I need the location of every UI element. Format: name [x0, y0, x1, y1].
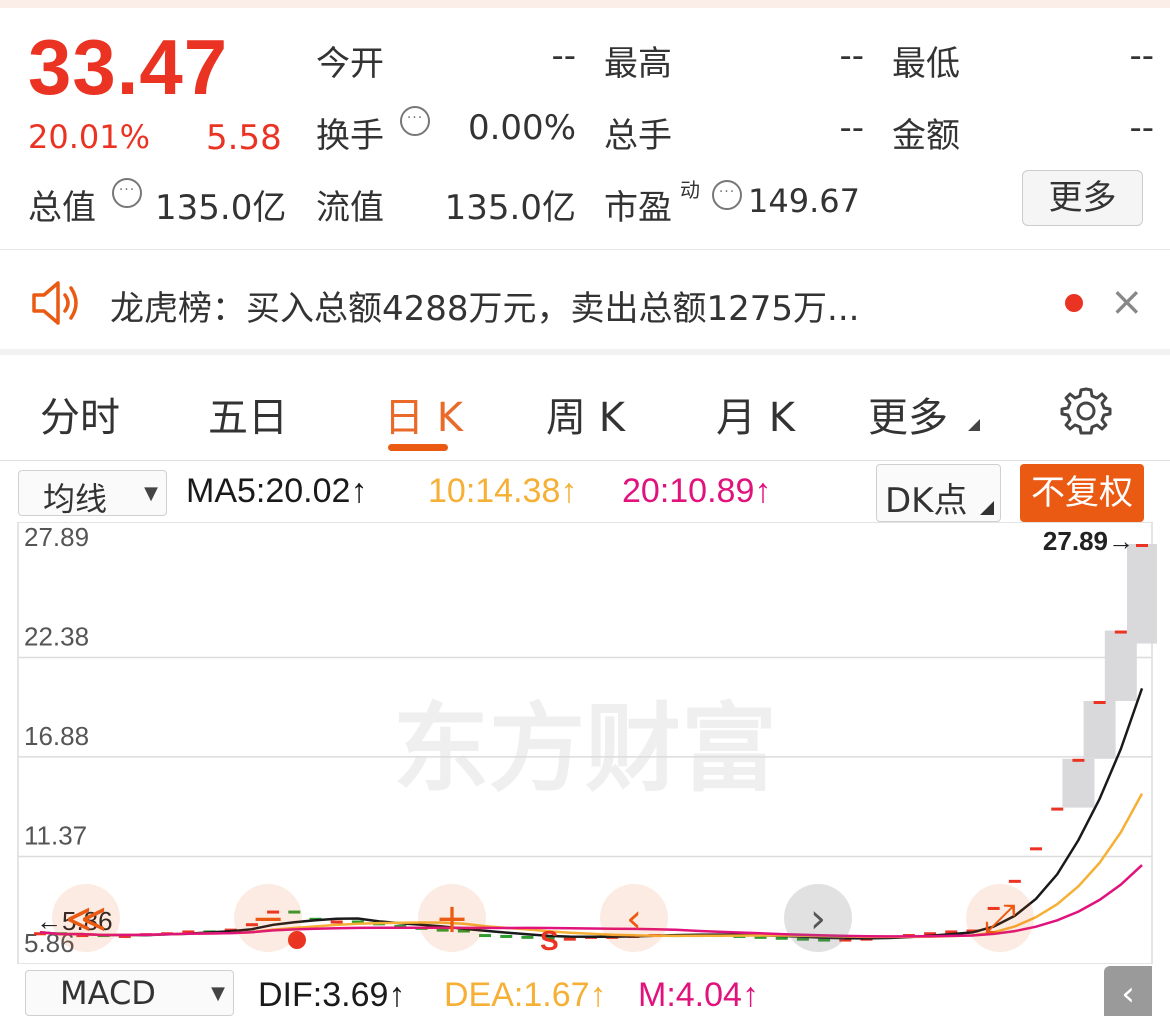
- macd-select[interactable]: MACD ▼: [25, 970, 234, 1016]
- candle-body: [1062, 758, 1095, 808]
- candle: [1072, 758, 1085, 762]
- low-value: --: [1129, 36, 1154, 76]
- float-cap-value: 135.0亿: [444, 188, 576, 228]
- top-strip: [0, 0, 1170, 8]
- tab-daily-k[interactable]: 日 K: [384, 385, 463, 443]
- dea-readout: DEA:1.67↑: [444, 976, 607, 1014]
- tab-five-day[interactable]: 五日: [208, 385, 288, 443]
- amount-value: --: [1129, 108, 1154, 148]
- y-tick-label: 11.37: [24, 820, 87, 850]
- dif-readout: DIF:3.69↑: [258, 976, 406, 1014]
- dk-caret-icon: [980, 501, 994, 515]
- candle: [1136, 544, 1148, 547]
- macd-select-label: MACD: [60, 974, 156, 1012]
- candle: [521, 935, 534, 939]
- candle: [1114, 630, 1127, 634]
- kline-chart[interactable]: 东方财富 27.8922.3816.8811.375.86 27.89→←5.8…: [0, 522, 1170, 964]
- max-price-label: 27.89→: [1043, 526, 1134, 556]
- market-cap-label: 总值: [28, 188, 96, 228]
- open-value: --: [551, 36, 576, 76]
- high-label: 最高: [604, 44, 672, 84]
- candle: [500, 934, 513, 938]
- macd-bar: MACD ▼ DIF:3.69↑ DEA:1.67↑ M:4.04↑: [0, 964, 1170, 1016]
- minus-circle-icon: −: [251, 896, 285, 942]
- adjust-button[interactable]: 不复权: [1020, 464, 1144, 522]
- period-tabs: 分时 五日 日 K 周 K 月 K 更多: [0, 361, 1170, 461]
- next-circle-icon: ›: [810, 896, 826, 942]
- quote-header: 33.47 20.01% 5.58 今开 -- 最高 -- 最低 -- 换手 ·…: [0, 8, 1170, 250]
- speaker-icon: [32, 281, 78, 325]
- candle-body: [1127, 544, 1157, 644]
- indicator-select-label: 均线: [43, 480, 108, 518]
- candle: [1008, 879, 1021, 883]
- macd-dropdown-icon: ▼: [211, 983, 225, 1004]
- turnover-label: 换手: [316, 116, 384, 156]
- turnover-value: 0.00%: [467, 108, 576, 148]
- candle: [1051, 807, 1064, 811]
- candle: [330, 920, 343, 924]
- tab-intraday[interactable]: 分时: [40, 385, 120, 443]
- change-percent: 20.01%: [28, 118, 151, 156]
- watermark: 东方财富: [393, 692, 777, 805]
- tab-more[interactable]: 更多: [868, 385, 948, 443]
- volume-value: --: [839, 108, 864, 148]
- prev-circle-icon: ‹: [626, 896, 642, 942]
- collapse-back-icon[interactable]: ‹: [1104, 966, 1152, 1016]
- tab-weekly-k[interactable]: 周 K: [546, 385, 625, 443]
- sell-signal-label: S: [540, 925, 559, 956]
- tab-more-caret-icon: [968, 419, 980, 431]
- candle-body: [1083, 700, 1116, 759]
- y-tick-label: 22.38: [24, 622, 89, 652]
- last-price: 33.47: [28, 23, 229, 111]
- settings-gear-icon[interactable]: [1060, 385, 1112, 437]
- candle: [1093, 700, 1106, 704]
- news-banner[interactable]: 龙虎榜：买入总额4288万元，卖出总额1275万...: [0, 251, 1170, 355]
- ma5-readout: MA5:20.02↑: [186, 472, 368, 510]
- indicator-dropdown-icon: ▼: [144, 483, 158, 504]
- ma20-readout: 20:10.89↑: [622, 472, 772, 510]
- y-tick-label: 16.88: [24, 721, 89, 751]
- change-amount: 5.58: [206, 118, 282, 158]
- ma10-readout: 10:14.38↑: [428, 472, 578, 510]
- pe-label: 市盈: [604, 188, 672, 228]
- open-label: 今开: [316, 44, 384, 84]
- unread-dot: [1065, 294, 1083, 312]
- pe-value: 149.67: [748, 182, 860, 220]
- market-cap-info-icon[interactable]: ···: [112, 178, 142, 208]
- plus-circle-icon: +: [435, 896, 469, 942]
- tab-monthly-k[interactable]: 月 K: [716, 385, 795, 443]
- indicator-select[interactable]: 均线 ▼: [18, 470, 167, 518]
- float-cap-label: 流值: [316, 188, 384, 228]
- turnover-info-icon[interactable]: ···: [400, 106, 430, 136]
- amount-label: 金额: [892, 116, 960, 156]
- zoom-out-circle-icon: ≪: [65, 896, 107, 942]
- expand-circle-icon: ⤢: [984, 896, 1016, 942]
- low-label: 最低: [892, 44, 960, 84]
- m-readout: M:4.04↑: [638, 976, 759, 1014]
- y-tick-label: 27.89: [24, 522, 89, 552]
- active-tab-underline: [388, 444, 448, 451]
- high-value: --: [839, 36, 864, 76]
- dk-point-select[interactable]: DK点: [876, 464, 1001, 522]
- candle: [563, 937, 576, 941]
- pe-info-icon[interactable]: ···: [712, 180, 742, 210]
- candle: [1030, 847, 1043, 851]
- volume-label: 总手: [604, 116, 672, 156]
- dk-point-label: DK点: [885, 481, 968, 521]
- market-cap-value: 135.0亿: [155, 188, 287, 228]
- pe-dynamic-sup: 动: [680, 178, 700, 202]
- close-news-icon[interactable]: ×: [1110, 282, 1144, 322]
- more-quote-button[interactable]: 更多: [1022, 170, 1143, 226]
- news-text[interactable]: 龙虎榜：买入总额4288万元，卖出总额1275万...: [110, 281, 859, 330]
